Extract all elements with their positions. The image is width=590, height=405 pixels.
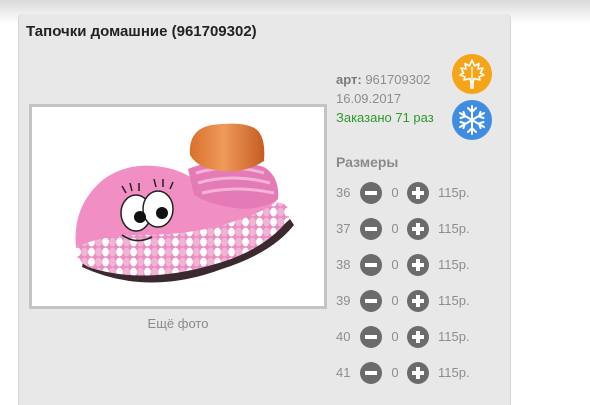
- sku-value: 961709302: [365, 72, 431, 87]
- size-price: 115р.: [438, 293, 470, 308]
- date-value: 16.09.2017: [336, 91, 402, 106]
- increase-quantity-button[interactable]: [407, 254, 429, 276]
- increase-quantity-button[interactable]: [407, 362, 429, 384]
- increase-quantity-button[interactable]: [407, 326, 429, 348]
- slipper-image: [75, 123, 294, 283]
- increase-quantity-button[interactable]: [407, 182, 429, 204]
- size-row-37: 37 0 115р.: [336, 218, 496, 240]
- product-title: Тапочки домашние (961709302): [26, 23, 257, 40]
- size-row-36: 36 0 115р.: [336, 182, 496, 204]
- decrease-quantity-button[interactable]: [360, 362, 382, 384]
- increase-quantity-button[interactable]: [407, 218, 429, 240]
- size-row-39: 39 0 115р.: [336, 290, 496, 312]
- quantity-value: 0: [391, 221, 399, 236]
- size-label: 36: [336, 185, 351, 200]
- size-label: 37: [336, 221, 351, 236]
- product-card: Тапочки домашние (961709302) Ещё фото ар…: [19, 14, 510, 405]
- size-price: 115р.: [438, 329, 470, 344]
- size-row-41: 41 0 115р.: [336, 362, 496, 384]
- quantity-value: 0: [391, 293, 399, 308]
- sizes-heading: Размеры: [336, 154, 399, 170]
- size-label: 41: [336, 365, 351, 380]
- size-price: 115р.: [438, 365, 470, 380]
- decrease-quantity-button[interactable]: [360, 218, 382, 240]
- size-price: 115р.: [438, 185, 470, 200]
- quantity-value: 0: [391, 365, 399, 380]
- quantity-value: 0: [391, 185, 399, 200]
- snowflake-icon: [452, 100, 492, 140]
- sku-label: арт:: [336, 72, 362, 87]
- size-row-40: 40 0 115р.: [336, 326, 496, 348]
- more-photos-link[interactable]: Ещё фото: [29, 316, 327, 331]
- decrease-quantity-button[interactable]: [360, 326, 382, 348]
- increase-quantity-button[interactable]: [407, 290, 429, 312]
- size-price: 115р.: [438, 257, 470, 272]
- size-label: 40: [336, 329, 351, 344]
- size-row-38: 38 0 115р.: [336, 254, 496, 276]
- size-label: 39: [336, 293, 351, 308]
- quantity-value: 0: [391, 329, 399, 344]
- product-photo[interactable]: [29, 104, 327, 309]
- size-label: 38: [336, 257, 351, 272]
- sku-line: арт: 961709302: [336, 70, 434, 89]
- quantity-value: 0: [391, 257, 399, 272]
- decrease-quantity-button[interactable]: [360, 290, 382, 312]
- product-meta: арт: 961709302 16.09.2017 Заказано 71 ра…: [336, 70, 434, 127]
- decrease-quantity-button[interactable]: [360, 254, 382, 276]
- order-count: Заказано 71 раз: [336, 110, 434, 125]
- size-price: 115р.: [438, 221, 470, 236]
- decrease-quantity-button[interactable]: [360, 182, 382, 204]
- maple-leaf-icon: [452, 54, 492, 94]
